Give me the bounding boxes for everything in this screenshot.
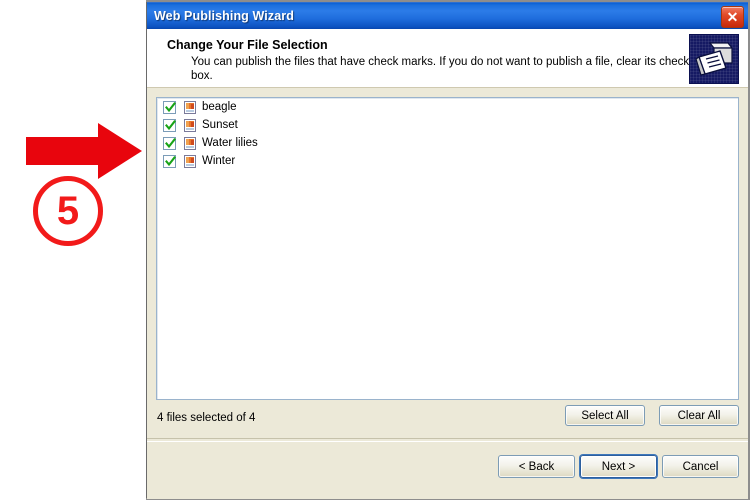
right-arrow-annotation: [26, 123, 142, 179]
step-number-badge: 5: [33, 176, 103, 246]
page-description: You can publish the files that have chec…: [191, 56, 690, 82]
selection-status: 4 files selected of 4: [157, 412, 256, 424]
titlebar: Web Publishing Wizard ✕: [147, 2, 748, 29]
list-item[interactable]: Sunset: [157, 116, 738, 134]
file-checkbox[interactable]: [163, 136, 176, 150]
file-name: Sunset: [202, 119, 238, 131]
navigation-buttons: < Back Next > Cancel: [498, 455, 739, 478]
image-file-icon: [184, 100, 197, 114]
file-checkbox[interactable]: [163, 154, 176, 168]
list-item[interactable]: Water lilies: [157, 134, 738, 152]
file-checkbox[interactable]: [163, 118, 176, 132]
file-checkbox[interactable]: [163, 100, 176, 114]
image-file-icon: [184, 154, 197, 168]
list-item[interactable]: Winter: [157, 152, 738, 170]
select-all-button[interactable]: Select All: [565, 405, 645, 426]
image-file-icon: [184, 136, 197, 150]
window-title: Web Publishing Wizard: [154, 9, 294, 23]
dialog-body: beagle Sunset Water lilies Winter 4 file…: [147, 88, 748, 499]
file-name: Water lilies: [202, 137, 258, 149]
file-list[interactable]: beagle Sunset Water lilies Winter: [156, 97, 739, 400]
arrow-head: [98, 123, 142, 179]
clear-all-button[interactable]: Clear All: [659, 405, 739, 426]
wizard-banner: Change Your File Selection You can publi…: [147, 29, 748, 88]
arrow-shaft: [26, 137, 104, 165]
close-icon-glyph: ✕: [726, 9, 739, 25]
file-name: beagle: [202, 101, 237, 113]
web-publishing-wizard-dialog: Web Publishing Wizard ✕ Change Your File…: [146, 2, 748, 499]
cancel-button[interactable]: Cancel: [662, 455, 739, 478]
next-button[interactable]: Next >: [580, 455, 657, 478]
list-item[interactable]: beagle: [157, 98, 738, 116]
page-title: Change Your File Selection: [167, 38, 328, 52]
footer-divider: [147, 438, 748, 442]
file-name: Winter: [202, 155, 236, 167]
annotation-layer: 5: [0, 0, 146, 500]
close-icon[interactable]: ✕: [721, 6, 744, 28]
back-button[interactable]: < Back: [498, 455, 575, 478]
image-file-icon: [184, 118, 197, 132]
web-publishing-icon: [689, 34, 739, 84]
